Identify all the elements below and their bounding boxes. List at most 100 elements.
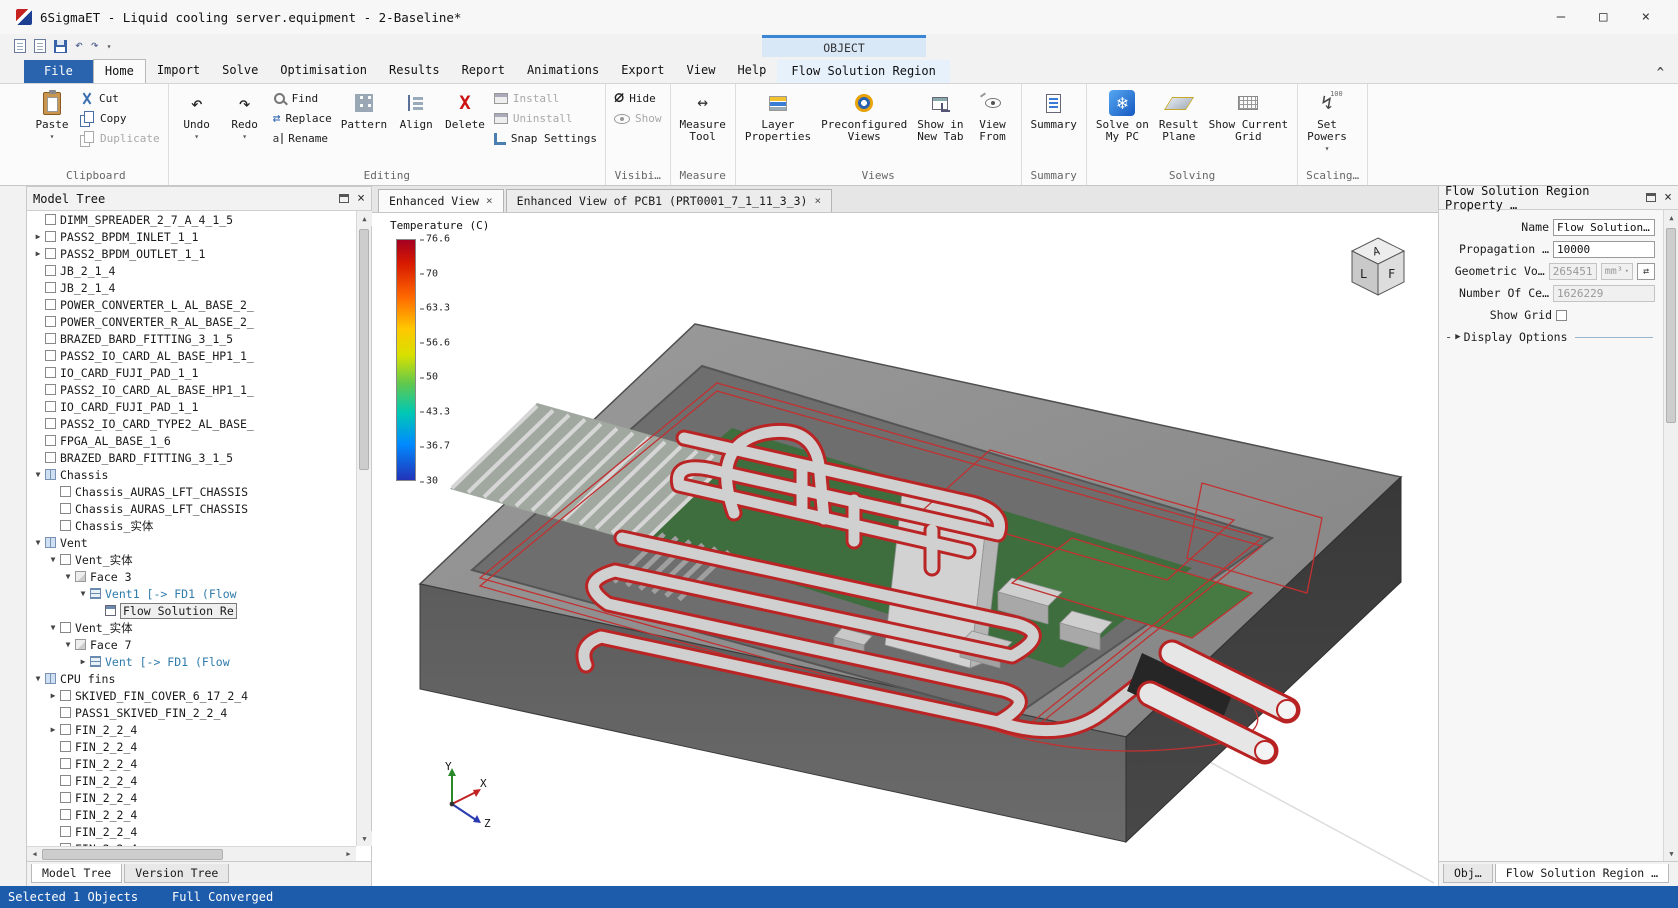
snap-settings-button[interactable]: Snap Settings <box>490 129 601 148</box>
tab-animations[interactable]: Animations <box>516 59 610 83</box>
tree-checkbox[interactable] <box>60 724 71 735</box>
expander-icon[interactable]: ▼ <box>61 572 75 581</box>
tree-item[interactable]: ▼Vent <box>27 534 356 551</box>
tree-item[interactable]: ▼Face 7 <box>27 636 356 653</box>
close-button[interactable]: × <box>1642 9 1650 25</box>
tab-model-tree[interactable]: Model Tree <box>31 864 122 883</box>
tree-item[interactable]: FIN_2_2_4 <box>27 738 356 755</box>
new-document-icon[interactable] <box>14 39 26 53</box>
tree-horizontal-scrollbar[interactable]: ◀ ▶ <box>27 846 356 861</box>
collapse-ribbon-button[interactable]: ^ <box>1657 65 1664 83</box>
tree-item[interactable]: ▼CPU fins <box>27 670 356 687</box>
tree-item[interactable]: FIN_2_2_4 <box>27 789 356 806</box>
tree-checkbox[interactable] <box>60 707 71 718</box>
expander-icon[interactable]: ▼ <box>46 623 60 632</box>
tree-item[interactable]: ▼Vent_实体 <box>27 619 356 636</box>
tree-checkbox[interactable] <box>45 248 56 259</box>
display-options-expander-icon[interactable]: ▶ <box>1455 332 1460 342</box>
tree-item[interactable]: FIN_2_2_4 <box>27 806 356 823</box>
tab-file[interactable]: File <box>24 60 93 83</box>
tab-import[interactable]: Import <box>146 59 211 83</box>
tab-help[interactable]: Help <box>726 59 777 83</box>
redo-button[interactable]: ↷ Redo ▾ <box>221 87 269 142</box>
tree-checkbox[interactable] <box>45 401 56 412</box>
expander-icon[interactable]: ▶ <box>46 725 60 734</box>
tab-optimisation[interactable]: Optimisation <box>269 59 378 83</box>
close-tab-icon[interactable]: × <box>486 195 493 207</box>
close-panel-icon[interactable]: × <box>1664 192 1672 204</box>
tree-item[interactable]: Chassis_AURAS_LFT_CHASSIS <box>27 500 356 517</box>
copy-button[interactable]: Copy <box>76 109 164 128</box>
tab-export[interactable]: Export <box>610 59 675 83</box>
rename-button[interactable]: aRename <box>269 129 336 148</box>
scroll-left-icon[interactable]: ◀ <box>27 847 42 862</box>
save-icon[interactable] <box>54 40 67 53</box>
tree-item[interactable]: Chassis_AURAS_LFT_CHASSIS <box>27 483 356 500</box>
open-document-icon[interactable] <box>34 39 46 53</box>
set-powers-dropdown-icon[interactable]: ▾ <box>1325 145 1330 152</box>
tree-item[interactable]: ▶PASS2_BPDM_INLET_1_1 <box>27 228 356 245</box>
expander-icon[interactable]: ▶ <box>31 249 45 258</box>
tree-item[interactable]: ▶PASS2_BPDM_OUTLET_1_1 <box>27 245 356 262</box>
pattern-button[interactable]: Pattern <box>336 87 392 133</box>
undo-dropdown-icon[interactable]: ▾ <box>194 133 199 140</box>
paste-dropdown-icon[interactable]: ▾ <box>50 133 55 140</box>
tab-report[interactable]: Report <box>451 59 516 83</box>
tree-item[interactable]: POWER_CONVERTER_L_AL_BASE_2_ <box>27 296 356 313</box>
preconfigured-views-button[interactable]: Preconfigured Views <box>816 87 912 145</box>
tab-objects[interactable]: Obj… <box>1443 864 1493 883</box>
view-from-button[interactable]: View From <box>969 87 1017 145</box>
quick-access-customize-icon[interactable]: ▾ <box>107 42 112 51</box>
tree-item[interactable]: ▶SKIVED_FIN_COVER_6_17_2_4 <box>27 687 356 704</box>
tree-item[interactable]: Flow Solution Re <box>27 602 356 619</box>
tree-item[interactable]: ▶Vent [-> FD1 (Flow <box>27 653 356 670</box>
property-vertical-scrollbar[interactable]: ▲ ▼ <box>1663 210 1678 861</box>
expander-icon[interactable]: ▼ <box>61 640 75 649</box>
tab-flow-solution-region-props[interactable]: Flow Solution Region … <box>1495 864 1669 883</box>
viewport-3d-canvas[interactable]: Temperature (C) 76.67063.356.65043.336.7… <box>372 213 1438 886</box>
show-in-new-tab-button[interactable]: Show in New Tab <box>912 87 968 145</box>
paste-button[interactable]: Paste ▾ <box>28 87 76 142</box>
close-tab-icon[interactable]: × <box>814 195 821 207</box>
expander-icon[interactable]: ▶ <box>31 232 45 241</box>
tree-checkbox[interactable] <box>60 520 71 531</box>
solve-on-my-pc-button[interactable]: ❄ Solve on My PC <box>1091 87 1154 145</box>
tab-results[interactable]: Results <box>378 59 451 83</box>
tree-checkbox[interactable] <box>45 452 56 463</box>
tree-item[interactable]: PASS2_IO_CARD_AL_BASE_HP1_1_ <box>27 347 356 364</box>
tree-checkbox[interactable] <box>60 554 71 565</box>
tab-version-tree[interactable]: Version Tree <box>124 864 229 883</box>
show-grid-checkbox[interactable] <box>1556 310 1567 321</box>
tree-checkbox[interactable] <box>45 435 56 446</box>
tree-checkbox[interactable] <box>60 758 71 769</box>
tree-item[interactable]: POWER_CONVERTER_R_AL_BASE_2_ <box>27 313 356 330</box>
scroll-down-icon[interactable]: ▼ <box>1664 846 1678 861</box>
unit-swap-button[interactable]: ⇄ <box>1637 263 1655 280</box>
quick-undo-icon[interactable]: ↶ <box>75 39 83 53</box>
tree-item[interactable]: PASS1_SKIVED_FIN_2_2_4 <box>27 704 356 721</box>
tree-item[interactable]: BRAZED_BARD_FITTING_3_1_5 <box>27 330 356 347</box>
align-button[interactable]: Align <box>392 87 440 133</box>
expander-icon[interactable]: ▼ <box>46 555 60 564</box>
tree-item[interactable]: PASS2_IO_CARD_TYPE2_AL_BASE_ <box>27 415 356 432</box>
float-panel-icon[interactable] <box>1646 193 1656 202</box>
tree-checkbox[interactable] <box>60 486 71 497</box>
name-field[interactable] <box>1553 219 1655 236</box>
scroll-up-icon[interactable]: ▲ <box>1664 210 1678 225</box>
tab-solve[interactable]: Solve <box>211 59 269 83</box>
delete-button[interactable]: X Delete <box>440 87 490 133</box>
float-panel-icon[interactable] <box>339 194 349 203</box>
tree-checkbox[interactable] <box>60 741 71 752</box>
quick-redo-icon[interactable]: ↷ <box>91 39 99 53</box>
tree-checkbox[interactable] <box>60 690 71 701</box>
tab-view[interactable]: View <box>676 59 727 83</box>
replace-button[interactable]: ⇄Replace <box>269 109 336 128</box>
tree-checkbox[interactable] <box>45 384 56 395</box>
scroll-right-icon[interactable]: ▶ <box>341 847 356 862</box>
tree-checkbox[interactable] <box>45 316 56 327</box>
tree-item[interactable]: PASS2_IO_CARD_AL_BASE_HP1_1_ <box>27 381 356 398</box>
tree-checkbox[interactable] <box>60 775 71 786</box>
scene-3d[interactable] <box>372 213 1438 886</box>
show-current-grid-button[interactable]: Show Current Grid <box>1204 87 1293 145</box>
tree-item[interactable]: JB_2_1_4 <box>27 262 356 279</box>
